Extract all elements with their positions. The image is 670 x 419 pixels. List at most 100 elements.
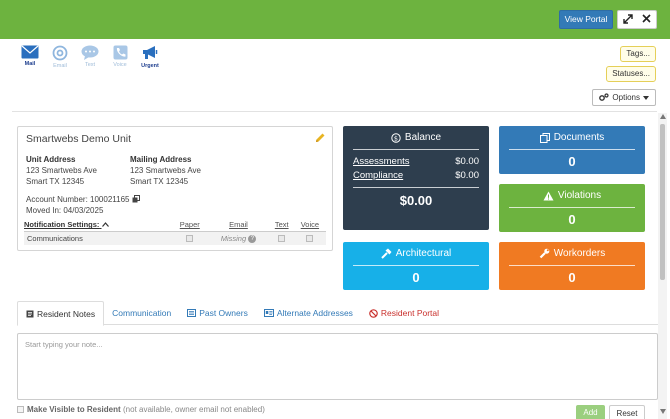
tab-resident-notes[interactable]: Resident Notes [17, 301, 105, 326]
scroll-up-icon[interactable] [660, 114, 666, 119]
comm-urgent-label: Urgent [141, 63, 159, 69]
text-checkbox[interactable] [278, 235, 286, 243]
balance-tile[interactable]: $ Balance Assessments $0.00 Compliance $… [343, 126, 489, 230]
tab-past-owners[interactable]: Past Owners [179, 301, 256, 325]
divider [12, 111, 657, 112]
documents-divider [509, 149, 635, 150]
workorders-divider [509, 265, 635, 266]
col-text: Text [269, 219, 294, 232]
assessments-value: $0.00 [455, 156, 479, 167]
mailing-address-line1: 123 Smartwebs Ave [130, 166, 202, 175]
mailing-address-line2: Smart TX 12345 [130, 177, 189, 186]
architectural-count: 0 [412, 270, 420, 285]
table-row: Communications Missing ? [24, 231, 326, 245]
options-button[interactable]: Options [592, 89, 656, 106]
list-icon [187, 309, 197, 317]
scroll-down-icon[interactable] [660, 409, 666, 414]
tab-label: Resident Portal [380, 308, 440, 318]
make-visible-label: Make Visible to Resident [27, 405, 121, 414]
balance-title: Balance [404, 132, 442, 143]
tag-status-options: Tags... Statuses... Options [592, 46, 656, 106]
account-number: Account Number: 100021165 [26, 195, 130, 204]
violations-count: 0 [568, 212, 576, 227]
caret-down-icon [643, 95, 649, 100]
note-actions: Make Visible to Resident (not available,… [17, 405, 658, 419]
gears-icon [599, 93, 610, 101]
options-label: Options [612, 93, 640, 102]
row-label: Communications [24, 231, 173, 245]
unit-address-heading: Unit Address [26, 155, 76, 164]
balance-total: $0.00 [399, 193, 433, 208]
compliance-value: $0.00 [455, 170, 479, 181]
unit-title: Smartwebs Demo Unit [26, 133, 132, 145]
hammer-icon [380, 248, 392, 259]
tags-button[interactable]: Tags... [620, 46, 656, 62]
tab-communication[interactable]: Communication [104, 301, 179, 325]
assessments-link[interactable]: Assessments [353, 156, 410, 167]
violations-tile[interactable]: Violations 0 [499, 184, 645, 232]
make-visible-checkbox[interactable] [17, 406, 24, 413]
account-info: Account Number: 100021165 Moved In: 04/0… [26, 194, 140, 216]
resident-note-input[interactable]: Start typing your note... [17, 333, 658, 400]
comm-email[interactable]: Email [48, 45, 72, 69]
tab-resident-portal[interactable]: Resident Portal [361, 301, 447, 325]
reset-button[interactable]: Reset [609, 405, 645, 419]
paper-checkbox[interactable] [186, 235, 194, 243]
pencil-icon[interactable] [315, 132, 326, 145]
voice-checkbox[interactable] [306, 235, 314, 243]
note-icon [26, 310, 34, 317]
architectural-tile[interactable]: Architectural 0 [343, 242, 489, 290]
compliance-link[interactable]: Compliance [353, 170, 403, 181]
documents-tile[interactable]: Documents 0 [499, 126, 645, 174]
text-bubble-icon [81, 45, 99, 60]
col-paper: Paper [172, 219, 208, 232]
notification-settings-table: Notification Settings: Paper Email Text … [24, 219, 326, 245]
workorders-tile[interactable]: Workorders 0 [499, 242, 645, 290]
copy-icon[interactable] [132, 195, 140, 203]
window-controls [617, 10, 657, 29]
compliance-row: Compliance $0.00 [353, 170, 479, 181]
megaphone-icon [143, 46, 158, 59]
make-visible-note: (not available, owner email not enabled) [123, 405, 265, 414]
tab-alternate-addresses[interactable]: Alternate Addresses [256, 301, 361, 325]
notification-settings-heading[interactable]: Notification Settings: [24, 219, 173, 232]
email-at-icon [52, 45, 68, 61]
close-icon[interactable] [642, 14, 651, 25]
balance-divider [353, 149, 479, 150]
violations-title: Violations [557, 190, 602, 201]
add-button[interactable]: Add [576, 405, 605, 419]
unit-address-line2: Smart TX 12345 [26, 177, 85, 186]
wrench-icon [539, 248, 550, 259]
expand-icon[interactable] [623, 13, 633, 26]
communication-bar: Mail Email Text Voice Urgent [18, 45, 162, 69]
architectural-title: Architectural [395, 248, 452, 259]
comm-urgent[interactable]: Urgent [138, 45, 162, 69]
unit-address-line1: 123 Smartwebs Ave [26, 166, 98, 175]
tab-label: Communication [112, 308, 172, 318]
comm-email-label: Email [53, 63, 67, 69]
workorders-count: 0 [568, 270, 576, 285]
moved-in-date: Moved In: 04/03/2025 [26, 206, 104, 215]
documents-count: 0 [568, 154, 576, 169]
scrollbar-thumb[interactable] [660, 124, 665, 280]
view-portal-button[interactable]: View Portal [559, 10, 613, 29]
balance-total-divider [353, 187, 479, 188]
svg-text:$: $ [394, 134, 398, 142]
note-placeholder: Start typing your note... [25, 340, 103, 349]
detail-tabs: Resident Notes Communication Past Owners… [17, 301, 658, 326]
documents-icon [539, 132, 550, 143]
email-status: Missing [220, 233, 247, 243]
comm-text-label: Text [84, 62, 96, 68]
statuses-button[interactable]: Statuses... [606, 66, 656, 82]
tab-label: Resident Notes [37, 308, 96, 319]
comm-voice[interactable]: Voice [108, 45, 132, 69]
col-email: Email [207, 219, 270, 232]
assessments-row: Assessments $0.00 [353, 156, 479, 167]
documents-title: Documents [553, 132, 605, 143]
help-icon[interactable]: ? [248, 234, 257, 243]
comm-mail[interactable]: Mail [18, 45, 42, 69]
comm-mail-label: Mail [24, 61, 36, 67]
comm-text[interactable]: Text [78, 45, 102, 69]
col-voice: Voice [293, 219, 326, 232]
mailing-address: Mailing Address 123 Smartwebs Ave Smart … [130, 154, 201, 187]
